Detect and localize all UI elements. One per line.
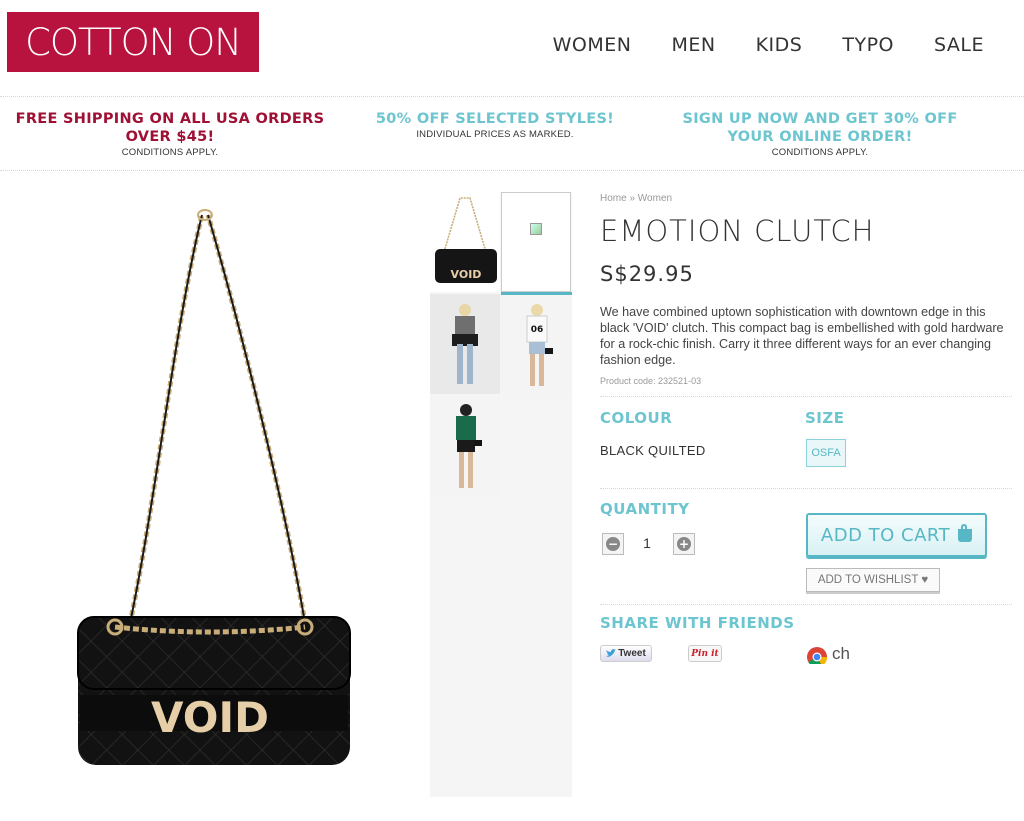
thumbnail-model-2[interactable]: 06 (501, 294, 571, 394)
broken-image-icon (530, 223, 542, 235)
nav-men[interactable]: MEN (671, 34, 715, 60)
size-label: SIZE (805, 409, 845, 427)
promo-headline: FREE SHIPPING ON ALL USA ORDERS (15, 111, 325, 127)
nav-women[interactable]: WOMEN (553, 34, 632, 60)
promo-note: CONDITIONS APPLY. (121, 147, 219, 158)
twitter-bird-icon (606, 649, 617, 657)
nav-kids[interactable]: KIDS (756, 34, 803, 60)
main-nav: WOMEN MEN KIDS TYPO SALE (553, 34, 1024, 60)
quantity-value[interactable]: 1 (630, 535, 664, 551)
divider (600, 488, 1012, 489)
divider (0, 170, 1024, 171)
pinterest-button[interactable]: Pin it (688, 645, 722, 662)
promo-free-shipping[interactable]: FREE SHIPPING ON ALL USA ORDERS OVER $45… (0, 110, 340, 158)
chrome-share-widget[interactable]: ch (806, 646, 862, 664)
minus-icon: − (606, 537, 620, 551)
quantity-increase-button[interactable]: + (673, 533, 695, 555)
promo-headline: 50% OFF SELECTED STYLES! (375, 111, 615, 127)
product-description: We have combined uptown sophistication w… (600, 305, 1004, 367)
add-to-wishlist-button[interactable]: ADD TO WISHLIST ♥ (806, 568, 940, 592)
quantity-label: QUANTITY (600, 500, 690, 518)
share-label: SHARE WITH FRIENDS (600, 614, 795, 632)
svg-text:06: 06 (531, 325, 544, 335)
divider (600, 396, 1012, 397)
divider (600, 604, 1012, 605)
thumbnail-broken-image[interactable] (501, 192, 571, 292)
nav-sale[interactable]: SALE (934, 34, 984, 60)
divider (0, 96, 1024, 97)
chrome-icon (807, 647, 828, 664)
thumbnail-column: VOID 06 (430, 192, 572, 797)
shopping-bag-icon (958, 523, 973, 542)
breadcrumb[interactable]: Home » Women (600, 193, 672, 204)
promo-headline: SIGN UP NOW AND GET 30% OFF (682, 111, 958, 127)
product-title: EMOTION CLUTCH (600, 214, 875, 248)
bag-void-text: VOID (151, 693, 269, 742)
tweet-button[interactable]: Tweet (600, 645, 652, 662)
site-logo[interactable]: COTTON ON (7, 12, 259, 72)
thumbnail-bag[interactable]: VOID (430, 192, 500, 292)
colour-label: COLOUR (600, 409, 673, 427)
add-to-cart-label: ADD TO CART (820, 524, 951, 546)
thumb-void-text: VOID (451, 268, 482, 281)
tweet-label: Tweet (618, 648, 646, 659)
promo-headline-2: OVER $45! (125, 129, 215, 145)
promo-signup[interactable]: SIGN UP NOW AND GET 30% OFF YOUR ONLINE … (660, 110, 980, 158)
chrome-label: ch (832, 646, 850, 663)
product-main-image[interactable]: VOID (60, 205, 370, 780)
promo-note: CONDITIONS APPLY. (771, 147, 869, 158)
quantity-decrease-button[interactable]: − (602, 533, 624, 555)
promo-headline-2: YOUR ONLINE ORDER! (727, 129, 913, 145)
plus-icon: + (677, 537, 691, 551)
promo-note: INDIVIDUAL PRICES AS MARKED. (416, 129, 574, 140)
size-option-osfa[interactable]: OSFA (806, 439, 846, 467)
thumbnail-selected-indicator (501, 292, 572, 295)
add-to-cart-button[interactable]: ADD TO CART (806, 513, 987, 557)
product-code: Product code: 232521-03 (600, 376, 702, 386)
colour-value: BLACK QUILTED (600, 443, 706, 458)
thumbnail-model-3[interactable] (430, 396, 500, 496)
thumbnail-model-1[interactable] (430, 294, 500, 394)
promo-sale[interactable]: 50% OFF SELECTED STYLES! INDIVIDUAL PRIC… (340, 110, 650, 140)
nav-typo[interactable]: TYPO (842, 34, 894, 60)
product-price: S$29.95 (600, 262, 694, 286)
